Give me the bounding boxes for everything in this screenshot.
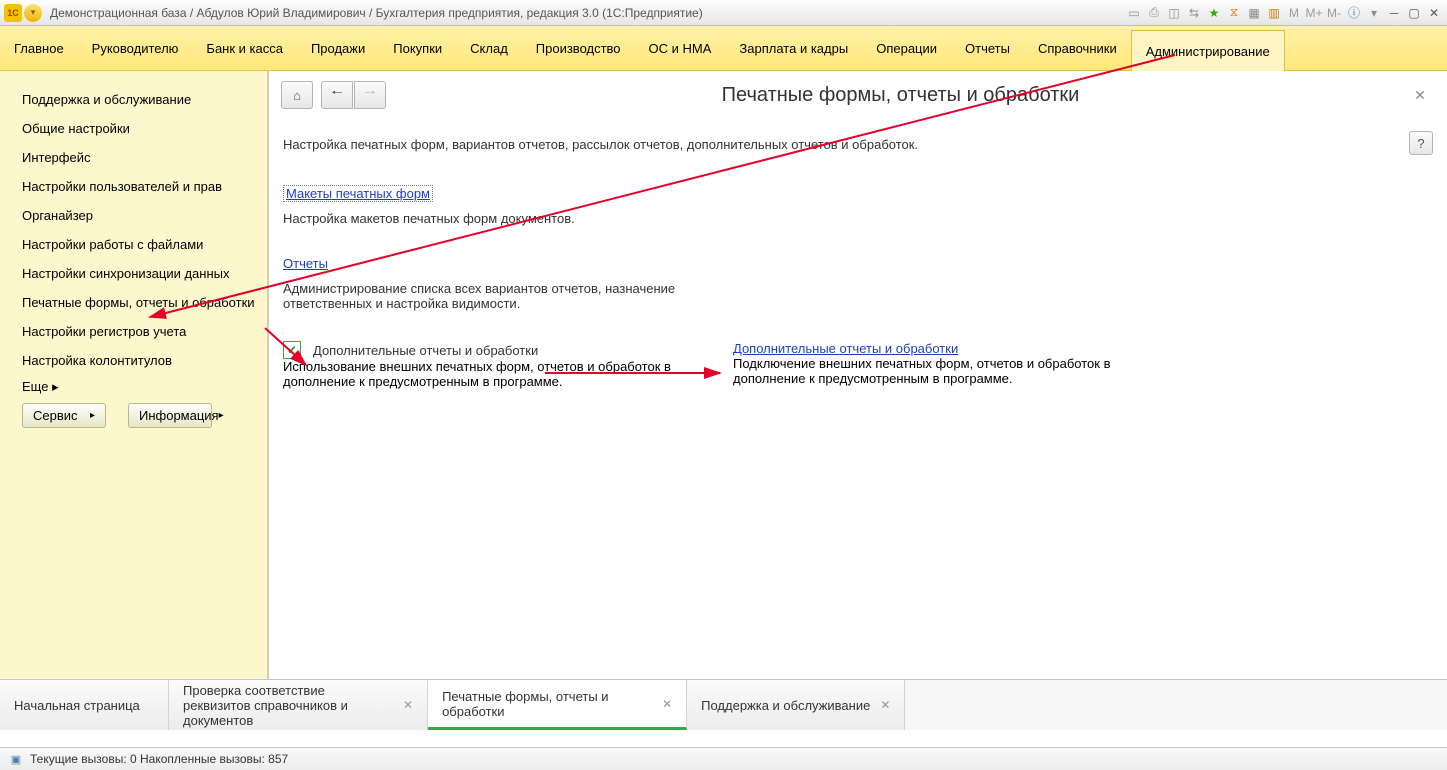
desc-additional-left: Использование внешних печатных форм, отч…: [283, 359, 703, 389]
desc-reports: Администрирование списка всех вариантов …: [283, 281, 713, 311]
link-print-templates[interactable]: Макеты печатных форм: [283, 185, 433, 202]
link-reports[interactable]: Отчеты: [283, 256, 328, 271]
window-tab-label: Проверка соответствие реквизитов справоч…: [183, 683, 393, 728]
status-text: Текущие вызовы: 0 Накопленные вызовы: 85…: [30, 752, 288, 766]
window-tabs: Начальная страница Проверка соответствие …: [0, 679, 1447, 730]
chevron-right-icon: ▸: [90, 410, 95, 421]
compare-icon[interactable]: ⇆: [1185, 4, 1203, 22]
titlebar-tools: ▭ ⎙ ◫ ⇆ ★ ⧖ ▦ ▥ M M+ M- ⓘ ▾ ─ ▢ ✕: [1125, 4, 1443, 22]
sidebar-more[interactable]: Еще ▸: [0, 375, 267, 399]
calculator-icon[interactable]: ▦: [1245, 4, 1263, 22]
menu-item-9[interactable]: Операции: [862, 26, 951, 70]
window-tab-2[interactable]: Печатные формы, отчеты и обработки ✕: [428, 680, 687, 730]
close-page-button[interactable]: ✕: [1413, 88, 1427, 102]
status-icon: ▣: [8, 752, 24, 766]
sidebar-item-9[interactable]: Настройка колонтитулов: [0, 346, 267, 375]
tab-close-icon[interactable]: ✕: [403, 698, 413, 712]
sidebar-item-7[interactable]: Печатные формы, отчеты и обработки: [0, 288, 267, 317]
sidebar-item-6[interactable]: Настройки синхронизации данных: [0, 259, 267, 288]
sidebar-item-8[interactable]: Настройки регистров учета: [0, 317, 267, 346]
main-area: ⌂ 🠐 🠒 Печатные формы, отчеты и обработки…: [268, 71, 1447, 679]
group-additional-reports: ✔ Дополнительные отчеты и обработки Испо…: [283, 341, 1433, 389]
preview-icon[interactable]: ◫: [1165, 4, 1183, 22]
app-menu-dropdown-icon[interactable]: ▾: [24, 4, 42, 22]
history-icon[interactable]: ⧖: [1225, 4, 1243, 22]
close-icon[interactable]: ✕: [1425, 4, 1443, 22]
sidebar-item-5[interactable]: Настройки работы с файлами: [0, 230, 267, 259]
menu-item-12[interactable]: Администрирование: [1131, 30, 1285, 71]
sidebar-item-0[interactable]: Поддержка и обслуживание: [0, 85, 267, 114]
menu-item-3[interactable]: Продажи: [297, 26, 379, 70]
app-logo-icon: 1C: [4, 4, 22, 22]
maximize-icon[interactable]: ▢: [1405, 4, 1423, 22]
window-tab-1[interactable]: Проверка соответствие реквизитов справоч…: [169, 680, 428, 730]
page-subtitle: Настройка печатных форм, вариантов отчет…: [283, 137, 1433, 152]
m-plus-icon[interactable]: M+: [1305, 4, 1323, 22]
print-icon[interactable]: ⎙: [1145, 4, 1163, 22]
menu-item-5[interactable]: Склад: [456, 26, 522, 70]
home-button[interactable]: ⌂: [281, 81, 313, 109]
window-tab-label: Поддержка и обслуживание: [701, 698, 870, 713]
info-dropdown-icon[interactable]: ▾: [1365, 4, 1383, 22]
main-body: Настройка печатных форм, вариантов отчет…: [269, 109, 1447, 389]
menu-item-1[interactable]: Руководителю: [78, 26, 193, 70]
m-minus-icon[interactable]: M-: [1325, 4, 1343, 22]
group-print-templates: Макеты печатных форм Настройка макетов п…: [283, 186, 1433, 226]
desc-print-templates: Настройка макетов печатных форм документ…: [283, 211, 1433, 226]
calendar-icon[interactable]: ▥: [1265, 4, 1283, 22]
tab-close-icon[interactable]: ✕: [880, 698, 890, 712]
check-icon: ✔: [287, 344, 297, 356]
sidebar-service-button[interactable]: Сервис▸: [22, 403, 106, 428]
desc-additional-right: Подключение внешних печатных форм, отчет…: [733, 356, 1153, 386]
chevron-right-icon: ▸: [219, 410, 224, 421]
menu-item-8[interactable]: Зарплата и кадры: [725, 26, 862, 70]
checkbox-label: Дополнительные отчеты и обработки: [313, 343, 538, 358]
forward-button[interactable]: 🠒: [354, 81, 386, 109]
status-bar: ▣ Текущие вызовы: 0 Накопленные вызовы: …: [0, 747, 1447, 770]
main-toolbar: ⌂ 🠐 🠒 Печатные формы, отчеты и обработки…: [269, 71, 1447, 109]
sidebar-item-2[interactable]: Интерфейс: [0, 143, 267, 172]
menu-item-2[interactable]: Банк и касса: [192, 26, 297, 70]
minimize-icon[interactable]: ─: [1385, 4, 1403, 22]
menu-item-7[interactable]: ОС и НМА: [635, 26, 726, 70]
menu-item-4[interactable]: Покупки: [379, 26, 456, 70]
info-icon[interactable]: ⓘ: [1345, 4, 1363, 22]
sidebar-item-1[interactable]: Общие настройки: [0, 114, 267, 143]
sidebar: Поддержка и обслуживаниеОбщие настройкиИ…: [0, 71, 268, 679]
window-tab-0[interactable]: Начальная страница: [0, 680, 169, 730]
window-title: Демонстрационная база / Абдулов Юрий Вла…: [50, 6, 703, 20]
checkbox-additional-reports[interactable]: ✔: [283, 341, 301, 359]
page-title: Печатные формы, отчеты и обработки: [388, 84, 1413, 107]
link-additional-reports[interactable]: Дополнительные отчеты и обработки: [733, 341, 958, 356]
back-button[interactable]: 🠐: [321, 81, 353, 109]
group-reports: Отчеты Администрирование списка всех вар…: [283, 256, 1433, 311]
menu-item-10[interactable]: Отчеты: [951, 26, 1024, 70]
titlebar: 1C ▾ Демонстрационная база / Абдулов Юри…: [0, 0, 1447, 26]
menu-item-11[interactable]: Справочники: [1024, 26, 1131, 70]
sidebar-info-button[interactable]: Информация▸: [128, 403, 212, 428]
window-tab-3[interactable]: Поддержка и обслуживание ✕: [687, 680, 905, 730]
window-tab-label: Печатные формы, отчеты и обработки: [442, 689, 652, 719]
sidebar-item-4[interactable]: Органайзер: [0, 201, 267, 230]
menu-item-6[interactable]: Производство: [522, 26, 635, 70]
sidebar-item-3[interactable]: Настройки пользователей и прав: [0, 172, 267, 201]
menu-item-0[interactable]: Главное: [0, 26, 78, 70]
main-menu: ГлавноеРуководителюБанк и кассаПродажиПо…: [0, 26, 1447, 71]
favorites-icon[interactable]: ★: [1205, 4, 1223, 22]
m-icon[interactable]: M: [1285, 4, 1303, 22]
tab-close-icon[interactable]: ✕: [662, 697, 672, 711]
window-tab-label: Начальная страница: [14, 698, 140, 713]
save-icon[interactable]: ▭: [1125, 4, 1143, 22]
